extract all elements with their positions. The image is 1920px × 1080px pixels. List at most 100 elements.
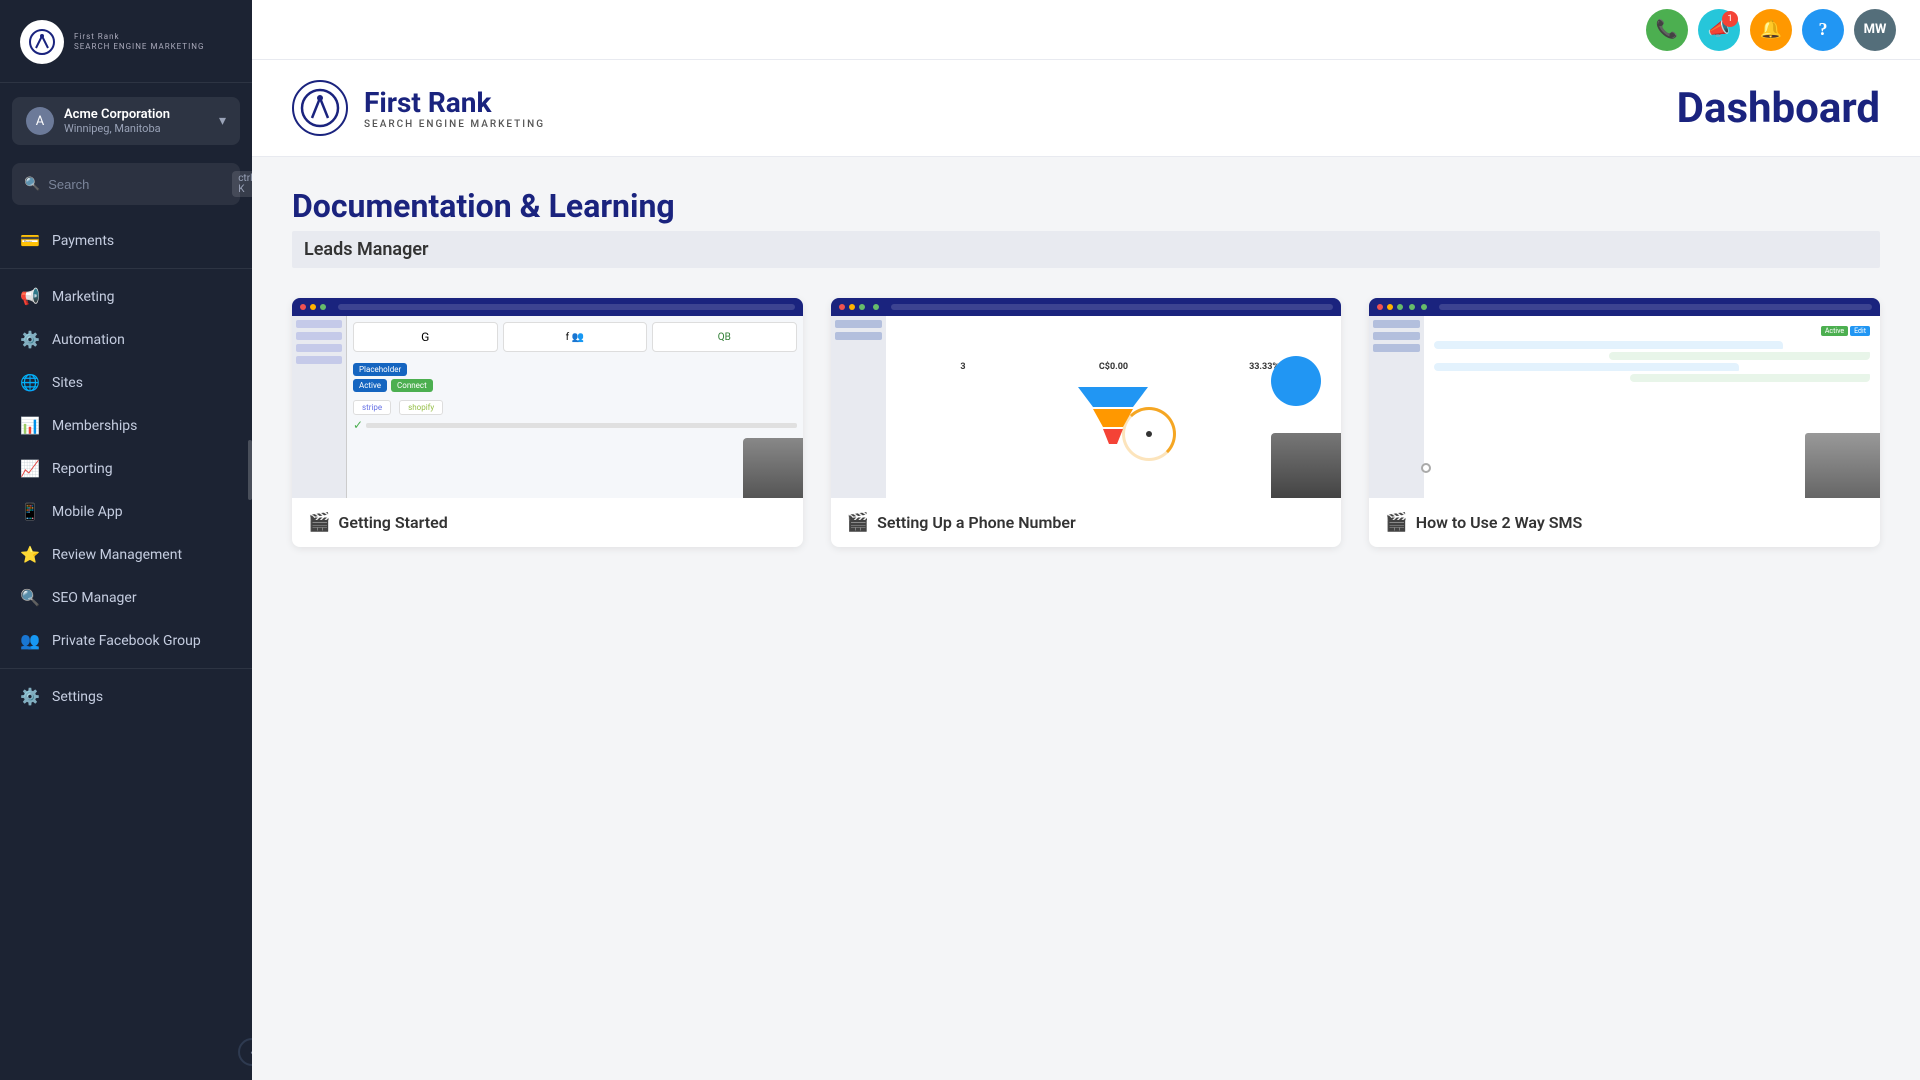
check-row: ✓ xyxy=(353,418,797,432)
video-card-2way-sms[interactable]: Active Edit xyxy=(1369,298,1880,547)
video-play-icon-3: 🎬 xyxy=(1385,512,1407,533)
brand-logo: First Rank SEARCH ENGINE MARKETING xyxy=(292,80,545,136)
sites-label: Sites xyxy=(52,375,83,391)
s3-bar-1 xyxy=(1373,320,1420,328)
payments-label: Payments xyxy=(52,233,114,249)
sidebar-item-sites[interactable]: 🌐 Sites xyxy=(0,361,252,404)
sidebar-item-automation[interactable]: ⚙️ Automation xyxy=(0,318,252,361)
top-header: 📞 📣 1 🔔 ? MW xyxy=(252,0,1920,60)
settings-icon: ⚙️ xyxy=(20,687,40,706)
stripe-row: stripe shopify xyxy=(353,395,797,414)
sidebar-item-payments[interactable]: 💳 Payments xyxy=(0,219,252,262)
sidebar-item-marketing[interactable]: 📢 Marketing xyxy=(0,275,252,318)
btn-row-2: Active Connect xyxy=(353,379,797,392)
logo-text: First Rank SEARCH ENGINE MARKETING xyxy=(74,32,204,51)
msg-1 xyxy=(1434,341,1783,349)
sidebar-item-settings[interactable]: ⚙️ Settings xyxy=(0,675,252,718)
help-button[interactable]: ? xyxy=(1802,9,1844,51)
sidebar-logo: First Rank SEARCH ENGINE MARKETING xyxy=(0,0,252,83)
search-input[interactable] xyxy=(48,177,224,192)
qb-icon-cell: QB xyxy=(652,322,797,352)
video-play-icon-1: 🎬 xyxy=(308,512,330,533)
sites-icon: 🌐 xyxy=(20,373,40,392)
sidebar-bar-2 xyxy=(296,332,342,340)
automation-icon: ⚙️ xyxy=(20,330,40,349)
notifications-button[interactable]: 🔔 xyxy=(1750,9,1792,51)
review-management-icon: ⭐ xyxy=(20,545,40,564)
nav-divider-2 xyxy=(0,668,252,669)
account-dropdown-arrow: ▾ xyxy=(219,113,226,129)
search-bar[interactable]: 🔍 ctrl K + xyxy=(12,163,240,205)
announcements-button[interactable]: 📣 1 xyxy=(1698,9,1740,51)
marketing-label: Marketing xyxy=(52,289,115,305)
integration-grid: G f 👥 QB xyxy=(353,322,797,352)
video-play-icon-2: 🎬 xyxy=(847,512,869,533)
brand-logo-text-block: First Rank SEARCH ENGINE MARKETING xyxy=(364,86,545,130)
person-thumbnail-3 xyxy=(1805,433,1880,498)
dot-green-3 xyxy=(1397,304,1403,310)
funnel-bottom xyxy=(1103,429,1123,444)
sidebar-item-private-facebook-group[interactable]: 👥 Private Facebook Group xyxy=(0,619,252,662)
page-area: First Rank SEARCH ENGINE MARKETING Dashb… xyxy=(252,60,1920,1080)
sidebar-item-review-management[interactable]: ⭐ Review Management xyxy=(0,533,252,576)
logo-main-text: First Rank xyxy=(74,32,204,42)
leads-manager-subtitle: Leads Manager xyxy=(292,231,1880,268)
marketing-icon: 📢 xyxy=(20,287,40,306)
user-avatar-button[interactable]: MW xyxy=(1854,9,1896,51)
dashboard-title: Dashboard xyxy=(1677,84,1880,133)
connect-btn: Connect xyxy=(391,379,433,392)
thumb-sidebar-3 xyxy=(1369,316,1424,498)
video-card-getting-started[interactable]: G f 👥 QB Placeholder Active xyxy=(292,298,803,547)
dot-red xyxy=(300,304,306,310)
account-avatar: A xyxy=(26,107,54,135)
person-thumbnail-1 xyxy=(743,438,803,498)
seo-manager-label: SEO Manager xyxy=(52,590,137,606)
payments-icon: 💳 xyxy=(20,231,40,250)
stats-row: 3 C$0.00 33.33% xyxy=(892,362,1336,372)
sidebar-item-seo-manager[interactable]: 🔍 SEO Manager xyxy=(0,576,252,619)
dot-green-3c xyxy=(1421,304,1427,310)
settings-label: Settings xyxy=(52,689,103,705)
dot-red-2 xyxy=(839,304,845,310)
announcements-badge: 1 xyxy=(1722,11,1738,27)
sidebar-item-mobile-app[interactable]: 📱 Mobile App xyxy=(0,490,252,533)
account-selector[interactable]: A Acme Corporation Winnipeg, Manitoba ▾ xyxy=(12,97,240,145)
sidebar-bar-4 xyxy=(296,356,342,364)
card-title-phone-setup: 🎬 Setting Up a Phone Number xyxy=(831,498,1342,547)
blue-circle xyxy=(1271,356,1321,406)
fb-icon-cell: f 👥 xyxy=(503,322,648,352)
card-title-getting-started: 🎬 Getting Started xyxy=(292,498,803,547)
video-card-phone-setup[interactable]: 3 C$0.00 33.33% xyxy=(831,298,1342,547)
placeholder-btn: Placeholder xyxy=(353,363,407,376)
url-bar-3 xyxy=(1439,304,1872,310)
action-btn-1: Active xyxy=(1821,326,1848,336)
s2-bar-1 xyxy=(835,320,882,328)
sidebar-item-reporting[interactable]: 📈 Reporting xyxy=(0,447,252,490)
dot-yellow xyxy=(310,304,316,310)
thumb-topbar-1 xyxy=(292,298,803,316)
sms-thread: Active Edit xyxy=(1434,326,1870,382)
url-bar-1 xyxy=(338,304,795,310)
card-label-phone-setup: Setting Up a Phone Number xyxy=(877,513,1076,532)
mobile-app-icon: 📱 xyxy=(20,502,40,521)
logo-sub-text: SEARCH ENGINE MARKETING xyxy=(74,42,204,52)
checkmark-icon: ✓ xyxy=(353,418,363,432)
thumb-topbar-3 xyxy=(1369,298,1880,316)
person-thumbnail-2 xyxy=(1271,433,1341,498)
sidebar: First Rank SEARCH ENGINE MARKETING A Acm… xyxy=(0,0,252,1080)
facebook-group-label: Private Facebook Group xyxy=(52,633,201,649)
mobile-app-label: Mobile App xyxy=(52,504,123,520)
thumb-sidebar-1 xyxy=(292,316,347,498)
action-btn-2: Edit xyxy=(1850,326,1870,336)
thumb-body-3: Active Edit xyxy=(1369,316,1880,498)
msg-4 xyxy=(1630,374,1870,382)
phone-icon: 📞 xyxy=(1656,19,1678,40)
card-label-getting-started: Getting Started xyxy=(338,513,447,532)
s2-bar-2 xyxy=(835,332,882,340)
thumbnail-phone-setup: 3 C$0.00 33.33% xyxy=(831,298,1342,498)
phone-button[interactable]: 📞 xyxy=(1646,9,1688,51)
action-btns: Active Edit xyxy=(1434,326,1870,336)
sidebar-item-memberships[interactable]: 📊 Memberships xyxy=(0,404,252,447)
brand-logo-icon xyxy=(292,80,348,136)
facebook-group-icon: 👥 xyxy=(20,631,40,650)
